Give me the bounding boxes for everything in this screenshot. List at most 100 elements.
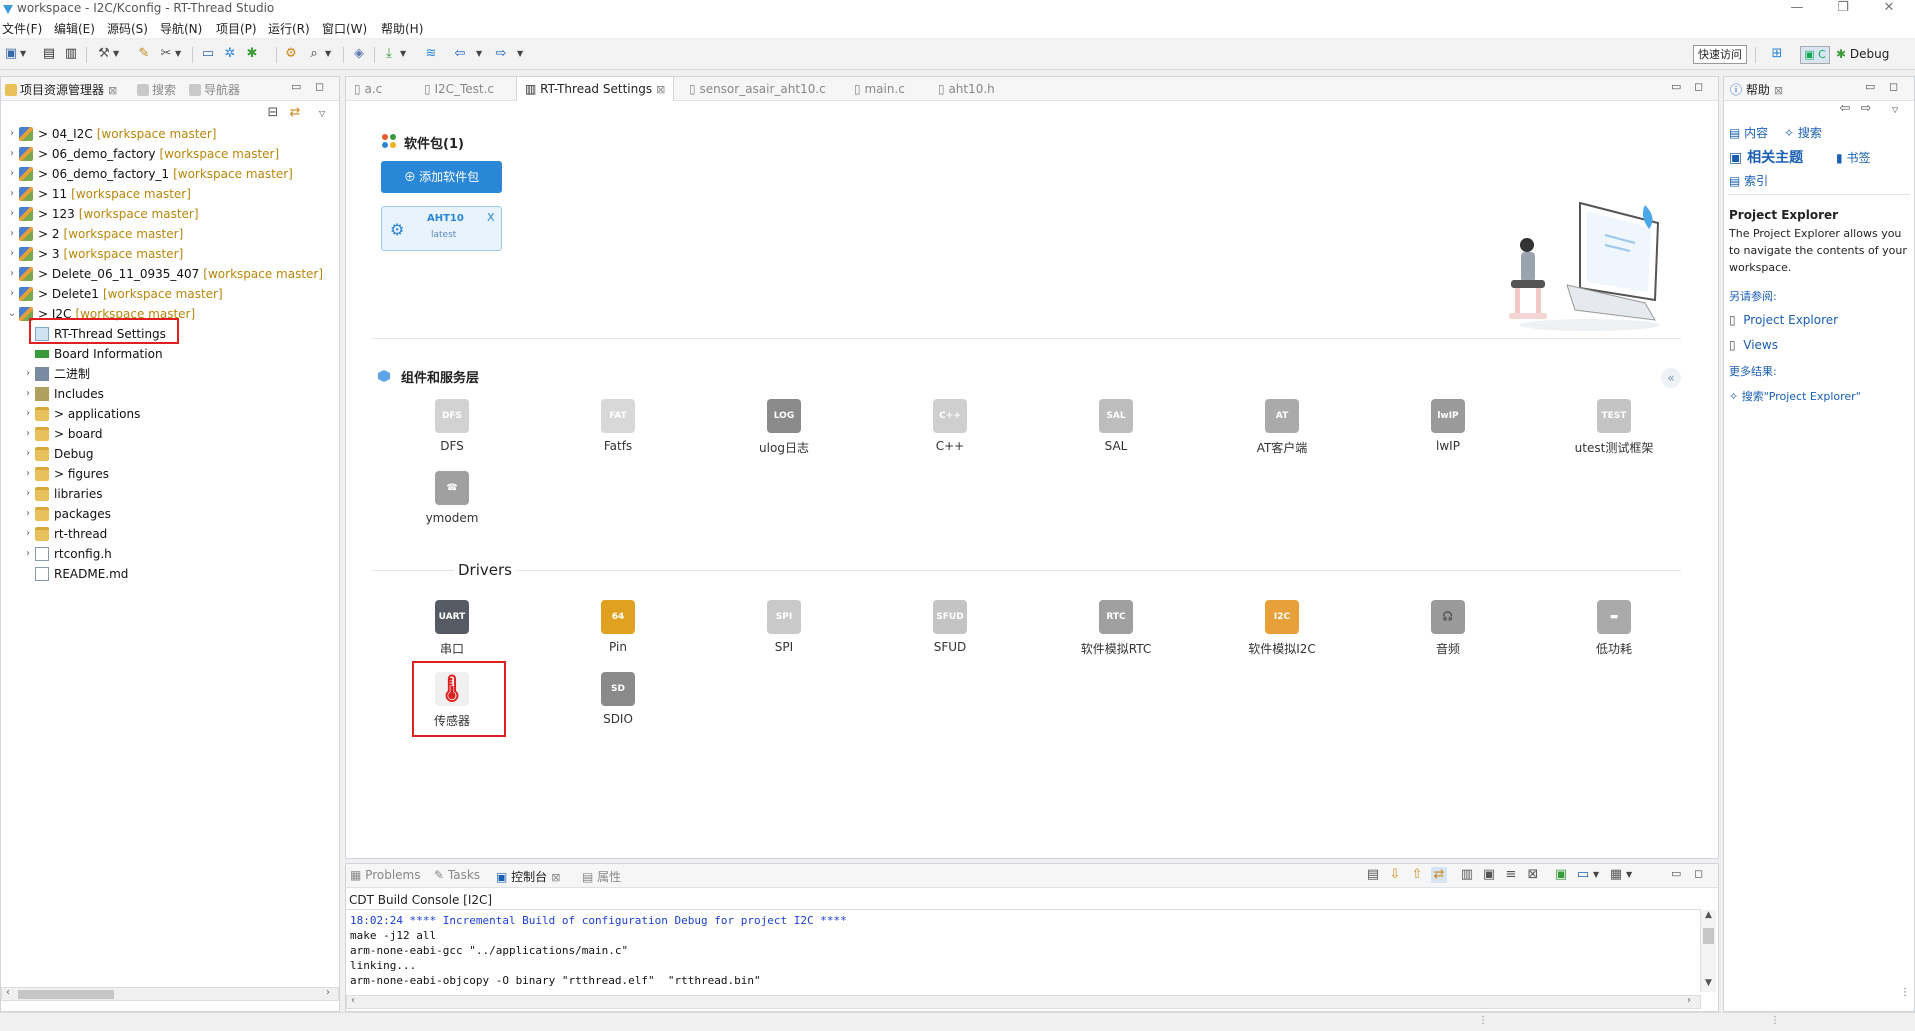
maximize-icon[interactable]: ◻: [1694, 80, 1703, 93]
minimize-button[interactable]: —: [1782, 0, 1812, 16]
component-1[interactable]: UART 串口: [392, 600, 512, 657]
build-icon[interactable]: ⚒: [96, 46, 112, 62]
horizontal-scrollbar[interactable]: ‹ ›: [1, 987, 339, 1001]
tab-sensor-asair-aht10[interactable]: ▯ sensor_asair_aht10.c: [681, 77, 834, 101]
collapsed-chevron-icon[interactable]: ›: [23, 484, 33, 504]
settings-icon[interactable]: ✲: [222, 46, 238, 62]
menu-edit[interactable]: 编辑(E): [54, 20, 95, 37]
index-link[interactable]: ▤ 索引: [1729, 172, 1768, 189]
tab-tasks[interactable]: ✎ Tasks: [434, 868, 480, 882]
remove-package-icon[interactable]: X: [487, 211, 495, 224]
menu-navigate[interactable]: 导航(N): [160, 20, 202, 37]
import-icon[interactable]: ⤓: [381, 46, 397, 62]
open-perspective-icon[interactable]: ⊞: [1769, 46, 1785, 62]
component-10[interactable]: SD SDIO: [558, 672, 678, 726]
open-console-icon[interactable]: ▭: [1575, 867, 1591, 883]
layers-icon[interactable]: ≋: [423, 46, 439, 62]
component-7[interactable]: lwIP lwIP: [1388, 399, 1508, 453]
search-project-explorer-link[interactable]: ✧ 搜索"Project Explorer": [1729, 388, 1861, 404]
see-also-project-explorer[interactable]: ▯ Project Explorer: [1729, 313, 1838, 327]
collapsed-chevron-icon[interactable]: ›: [7, 224, 17, 244]
collapsed-chevron-icon[interactable]: ›: [7, 264, 17, 284]
tab-aht10-h[interactable]: ▯ aht10.h: [930, 77, 1003, 101]
download-icon[interactable]: ▭: [200, 46, 216, 62]
open-console-dropdown-icon[interactable]: ▼: [1593, 870, 1599, 879]
bookmarks-link[interactable]: ▮ 书签: [1836, 149, 1870, 166]
next-error-icon[interactable]: ≡: [1503, 867, 1519, 883]
menu-project[interactable]: 项目(P): [216, 20, 257, 37]
tab-main-c[interactable]: ▯ main.c: [846, 77, 913, 101]
maximize-icon[interactable]: ◻: [315, 80, 324, 93]
tree-item[interactable]: › > board: [1, 424, 331, 444]
tab-problems[interactable]: ▦ Problems: [350, 868, 420, 882]
tree-item[interactable]: › Debug: [1, 444, 331, 464]
component-2[interactable]: 64 Pin: [558, 600, 678, 654]
scroll-left-icon[interactable]: ‹: [351, 995, 355, 1006]
menu-run[interactable]: 运行(R): [268, 20, 310, 37]
collapse-all-icon[interactable]: ⊟: [265, 105, 281, 121]
scroll-lock-icon[interactable]: ⇩: [1387, 867, 1403, 883]
save-icon[interactable]: ▤: [41, 46, 57, 62]
component-6[interactable]: AT AT客户端: [1222, 399, 1342, 456]
forward-icon[interactable]: ⇨: [493, 46, 509, 62]
sdk-manager-icon[interactable]: ◈: [351, 46, 367, 62]
package-card-aht10[interactable]: ⚙ AHT10 latest X: [381, 206, 502, 251]
scrollbar-thumb[interactable]: [18, 990, 114, 999]
new-icon[interactable]: ▣: [3, 46, 19, 62]
close-icon[interactable]: ⊠: [108, 84, 117, 97]
minimize-icon[interactable]: ▭: [1865, 80, 1875, 93]
forward-dropdown-icon[interactable]: ▼: [517, 49, 523, 58]
component-6[interactable]: I2C 软件模拟I2C: [1222, 600, 1342, 657]
remove-console-icon[interactable]: ⊠: [1525, 867, 1541, 883]
tree-item[interactable]: › > 04_I2C [workspace master]: [1, 124, 331, 144]
component-5[interactable]: RTC 软件模拟RTC: [1056, 600, 1176, 657]
close-icon[interactable]: ⊠: [1774, 84, 1783, 97]
open-type-icon[interactable]: ⚙: [283, 46, 299, 62]
copy-icon[interactable]: ▣: [1481, 867, 1497, 883]
new-console-icon[interactable]: ▦: [1608, 867, 1624, 883]
tree-item[interactable]: › > figures: [1, 464, 331, 484]
collapsed-chevron-icon[interactable]: ›: [23, 404, 33, 424]
related-topics-link[interactable]: ▣ 相关主题: [1729, 147, 1803, 167]
back-dropdown-icon[interactable]: ▼: [476, 49, 482, 58]
collapsed-chevron-icon[interactable]: ›: [23, 544, 33, 564]
help-contents-link[interactable]: ▤ 内容: [1729, 124, 1768, 141]
tree-item[interactable]: › > 3 [workspace master]: [1, 244, 331, 264]
tree-item[interactable]: › rtconfig.h: [1, 544, 331, 564]
component-5[interactable]: SAL SAL: [1056, 399, 1176, 453]
collapse-sidebar-icon[interactable]: «: [1661, 368, 1681, 388]
back-icon[interactable]: ⇦: [452, 46, 468, 62]
quick-access-field[interactable]: 快速访问: [1693, 45, 1747, 64]
collapsed-chevron-icon[interactable]: ›: [23, 524, 33, 544]
help-back-icon[interactable]: ⇦: [1837, 101, 1853, 117]
collapsed-chevron-icon[interactable]: ›: [7, 244, 17, 264]
menu-file[interactable]: 文件(F): [2, 20, 42, 37]
horizontal-scrollbar[interactable]: ‹ ›: [346, 995, 1701, 1009]
close-window-button[interactable]: ✕: [1874, 0, 1904, 16]
scrollbar-thumb[interactable]: [1703, 928, 1714, 944]
tree-item[interactable]: › > Delete_06_11_0935_407 [workspace maste…: [1, 264, 331, 284]
import-dropdown-icon[interactable]: ▼: [400, 49, 406, 58]
maximize-icon[interactable]: ◻: [1889, 80, 1898, 93]
scroll-right-icon[interactable]: ›: [1687, 995, 1691, 1006]
component-1[interactable]: DFS DFS: [392, 399, 512, 453]
component-2[interactable]: FAT Fatfs: [558, 399, 678, 453]
word-wrap-icon[interactable]: ▥: [1459, 867, 1475, 883]
help-forward-icon[interactable]: ⇨: [1858, 101, 1874, 117]
collapsed-chevron-icon[interactable]: ›: [7, 144, 17, 164]
tab-properties[interactable]: ▤ 属性: [582, 868, 621, 885]
perspective-c-button[interactable]: ▣ C: [1800, 46, 1830, 64]
component-4[interactable]: SFUD SFUD: [890, 600, 1010, 654]
minimize-icon[interactable]: ▭: [291, 80, 301, 93]
collapsed-chevron-icon[interactable]: ›: [23, 424, 33, 444]
close-icon[interactable]: ⊠: [656, 83, 665, 96]
scroll-left-icon[interactable]: ‹: [6, 987, 10, 998]
rebuild-icon[interactable]: ✎: [136, 46, 152, 62]
menu-source[interactable]: 源码(S): [107, 20, 148, 37]
tree-item[interactable]: README.md: [1, 564, 331, 584]
new-console-dropdown-icon[interactable]: ▼: [1626, 870, 1632, 879]
tree-item[interactable]: › libraries: [1, 484, 331, 504]
collapsed-chevron-icon[interactable]: ›: [7, 204, 17, 224]
tree-item[interactable]: › > 06_demo_factory [workspace master]: [1, 144, 331, 164]
tree-item[interactable]: › 二进制: [1, 364, 331, 384]
